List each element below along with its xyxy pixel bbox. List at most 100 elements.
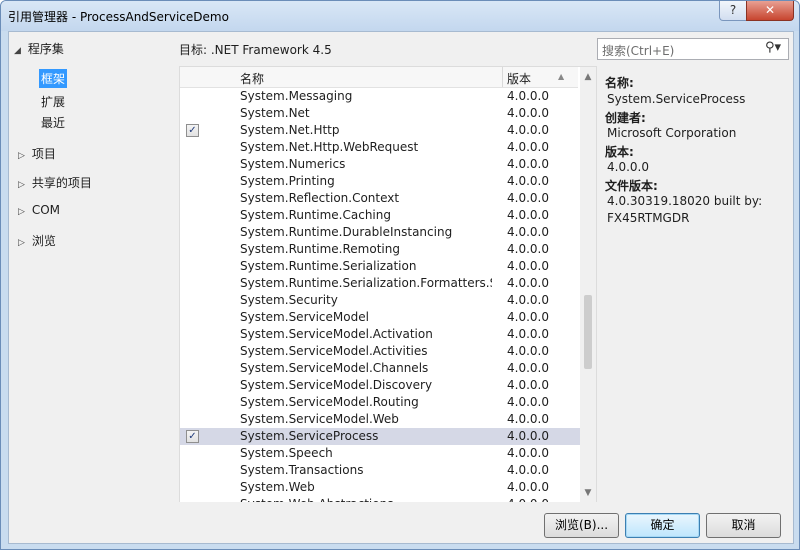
assembly-version: 4.0.0.0 xyxy=(507,208,549,222)
nav-item-recent[interactable]: 最近 xyxy=(39,113,67,132)
assembly-version: 4.0.0.0 xyxy=(507,191,549,205)
table-row[interactable]: System.ServiceModel.Web 4.0.0.0 xyxy=(180,411,580,428)
target-framework-label: 目标: .NET Framework 4.5 xyxy=(179,43,332,57)
assembly-version: 4.0.0.0 xyxy=(507,157,549,171)
scroll-down-arrow-icon[interactable]: ▼ xyxy=(580,485,596,501)
detail-name-value: System.ServiceProcess xyxy=(607,92,746,106)
cancel-button[interactable]: 取消 xyxy=(706,513,781,538)
table-row[interactable]: System.Numerics 4.0.0.0 xyxy=(180,156,580,173)
scroll-up-arrow-icon[interactable]: ▲ xyxy=(580,69,596,85)
search-input[interactable]: 搜索(Ctrl+E) ⚲▾ xyxy=(597,38,789,60)
nav-item-extensions[interactable]: 扩展 xyxy=(39,92,67,111)
assembly-version: 4.0.0.0 xyxy=(507,123,549,137)
table-row[interactable]: ✓ System.Net.Http 4.0.0.0 xyxy=(180,122,580,139)
assembly-name: System.ServiceModel.Activation xyxy=(240,327,433,341)
table-row[interactable]: System.Transactions 4.0.0.0 xyxy=(180,462,580,479)
assembly-name: System.ServiceModel.Channels xyxy=(240,361,429,375)
assembly-version: 4.0.0.0 xyxy=(507,89,549,103)
table-row[interactable]: System.Runtime.Caching 4.0.0.0 xyxy=(180,207,580,224)
assembly-name: System.Net xyxy=(240,106,310,120)
scrollbar-thumb[interactable] xyxy=(584,295,592,369)
assembly-name: System.ServiceModel.Web xyxy=(240,412,399,426)
vertical-scrollbar[interactable]: ▲ ▼ xyxy=(580,67,596,503)
browse-button[interactable]: 浏览(B)... xyxy=(544,513,619,538)
assembly-name: System.Runtime.Caching xyxy=(240,208,391,222)
table-row[interactable]: System.Runtime.DurableInstancing 4.0.0.0 xyxy=(180,224,580,241)
table-row[interactable]: System.Reflection.Context 4.0.0.0 xyxy=(180,190,580,207)
row-checkbox[interactable]: ✓ xyxy=(186,124,199,137)
assembly-version: 4.0.0.0 xyxy=(507,140,549,154)
table-row[interactable]: ✓ System.ServiceProcess 4.0.0.0 xyxy=(180,428,580,445)
assembly-version: 4.0.0.0 xyxy=(507,242,549,256)
title-bar[interactable]: 引用管理器 - ProcessAndServiceDemo ? ✕ xyxy=(1,1,799,31)
collapsed-triangle-icon: ▷ xyxy=(18,180,25,190)
assembly-version: 4.0.0.0 xyxy=(507,293,549,307)
assembly-name: System.Runtime.Serialization xyxy=(240,259,417,273)
assembly-name: System.ServiceModel.Discovery xyxy=(240,378,433,392)
assembly-list[interactable]: 名称 版本 ▲ System.Messaging 4.0.0.0 System.Ne… xyxy=(179,66,597,504)
table-row[interactable]: System.Runtime.Serialization.Formatters.… xyxy=(180,275,580,292)
detail-file-version-value-2: FX45RTMGDR xyxy=(607,211,690,225)
assembly-version: 4.0.0.0 xyxy=(507,361,549,375)
detail-name-label: 名称: xyxy=(605,76,634,90)
table-row[interactable]: System.Runtime.Serialization 4.0.0.0 xyxy=(180,258,580,275)
nav-projects[interactable]: ▷ 项目 xyxy=(18,145,56,162)
nav-item-framework[interactable]: 框架 xyxy=(39,69,68,88)
close-button[interactable]: ✕ xyxy=(746,1,794,21)
assembly-version: 4.0.0.0 xyxy=(507,174,549,188)
table-row[interactable]: System.ServiceModel.Discovery 4.0.0.0 xyxy=(180,377,580,394)
ok-button[interactable]: 确定 xyxy=(625,513,700,538)
search-placeholder: 搜索(Ctrl+E) xyxy=(602,44,675,58)
detail-version-value: 4.0.0.0 xyxy=(607,160,649,174)
nav-assemblies-label: 程序集 xyxy=(27,42,64,56)
assembly-version: 4.0.0.0 xyxy=(507,225,549,239)
nav-com[interactable]: ▷ COM xyxy=(18,203,60,217)
table-row[interactable]: System.Messaging 4.0.0.0 xyxy=(180,88,580,105)
table-row[interactable]: System.ServiceModel.Routing 4.0.0.0 xyxy=(180,394,580,411)
nav-assemblies[interactable]: ◢ 程序集 xyxy=(14,40,64,57)
detail-creator-value: Microsoft Corporation xyxy=(607,126,737,140)
table-row[interactable]: System.ServiceModel 4.0.0.0 xyxy=(180,309,580,326)
column-divider[interactable] xyxy=(502,67,503,87)
list-header: 名称 版本 ▲ xyxy=(180,67,578,88)
assembly-name: System.Reflection.Context xyxy=(240,191,400,205)
table-row[interactable]: System.Net.Http.WebRequest 4.0.0.0 xyxy=(180,139,580,156)
row-checkbox[interactable]: ✓ xyxy=(186,430,199,443)
table-row[interactable]: System.Net 4.0.0.0 xyxy=(180,105,580,122)
category-nav: ◢ 程序集 框架 扩展 最近 ▷ 项目 ▷ 共享的项目 ▷ COM ▷ 浏览 xyxy=(9,32,177,502)
assembly-version: 4.0.0.0 xyxy=(507,429,549,443)
assembly-version: 4.0.0.0 xyxy=(507,310,549,324)
table-row[interactable]: System.Web 4.0.0.0 xyxy=(180,479,580,496)
assembly-version: 4.0.0.0 xyxy=(507,106,549,120)
assembly-name: System.Web xyxy=(240,480,315,494)
assembly-version: 4.0.0.0 xyxy=(507,412,549,426)
column-header-version[interactable]: 版本 xyxy=(507,70,531,87)
nav-shared-projects[interactable]: ▷ 共享的项目 xyxy=(18,174,92,191)
detail-version-label: 版本: xyxy=(605,145,634,159)
nav-browse[interactable]: ▷ 浏览 xyxy=(18,232,56,249)
assembly-name: System.Runtime.DurableInstancing xyxy=(240,225,453,239)
assembly-name: System.Net.Http xyxy=(240,123,340,137)
assembly-version: 4.0.0.0 xyxy=(507,395,549,409)
column-header-name[interactable]: 名称 xyxy=(240,70,264,87)
table-row[interactable]: System.Security 4.0.0.0 xyxy=(180,292,580,309)
assembly-name: System.Speech xyxy=(240,446,333,460)
assembly-name: System.ServiceModel xyxy=(240,310,369,324)
table-row[interactable]: System.Runtime.Remoting 4.0.0.0 xyxy=(180,241,580,258)
assembly-name: System.Runtime.Serialization.Formatters.… xyxy=(240,276,492,290)
table-row[interactable]: System.Printing 4.0.0.0 xyxy=(180,173,580,190)
table-row[interactable]: System.ServiceModel.Activities 4.0.0.0 xyxy=(180,343,580,360)
assembly-name: System.Transactions xyxy=(240,463,364,477)
table-row[interactable]: System.Speech 4.0.0.0 xyxy=(180,445,580,462)
assembly-name: System.Printing xyxy=(240,174,335,188)
assembly-name: System.Numerics xyxy=(240,157,346,171)
assembly-version: 4.0.0.0 xyxy=(507,463,549,477)
nav-browse-label: 浏览 xyxy=(31,234,56,248)
nav-shared-projects-label: 共享的项目 xyxy=(31,176,92,190)
table-row[interactable]: System.ServiceModel.Activation 4.0.0.0 xyxy=(180,326,580,343)
assembly-version: 4.0.0.0 xyxy=(507,378,549,392)
search-icon[interactable]: ⚲▾ xyxy=(762,40,784,58)
table-row[interactable]: System.ServiceModel.Channels 4.0.0.0 xyxy=(180,360,580,377)
help-button[interactable]: ? xyxy=(719,1,747,21)
detail-file-version-label: 文件版本: xyxy=(605,179,658,193)
